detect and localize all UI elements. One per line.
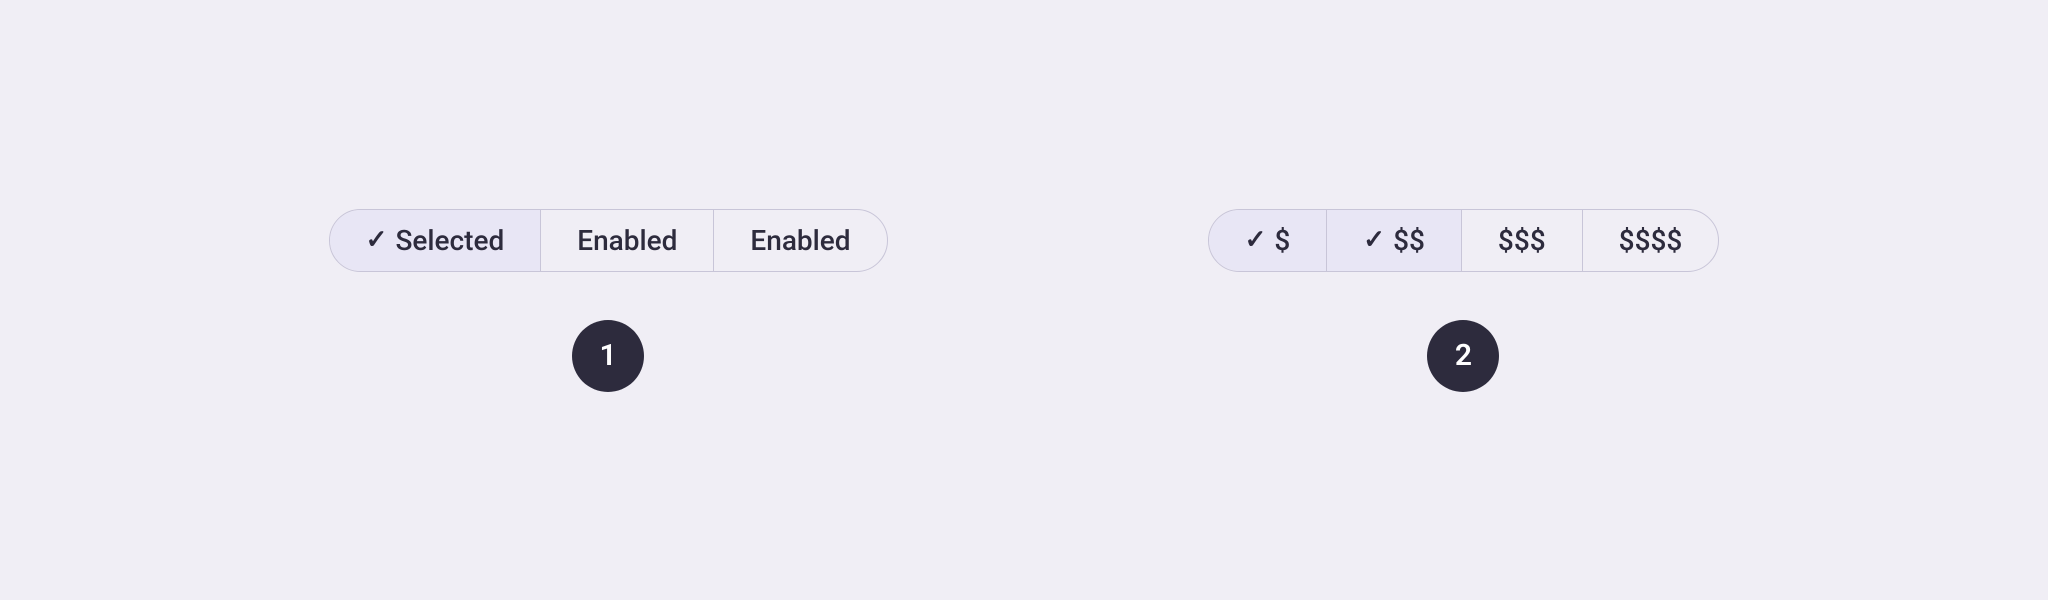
segment-enabled-1[interactable]: Enabled xyxy=(541,210,714,271)
segment-dollar-2[interactable]: ✓ $$ xyxy=(1327,210,1462,271)
segment-label: $$ xyxy=(1393,224,1425,257)
segment-enabled-2[interactable]: Enabled xyxy=(714,210,886,271)
check-icon: ✓ xyxy=(366,225,388,255)
segment-dollar-1[interactable]: ✓ $ xyxy=(1209,210,1328,271)
segment-label: Enabled xyxy=(750,224,850,257)
example-block-1: ✓ Selected Enabled Enabled 1 xyxy=(329,209,888,392)
segment-label: $ xyxy=(1274,224,1290,257)
segmented-control-2: ✓ $ ✓ $$ $$$ $$$$ xyxy=(1208,209,1720,272)
segmented-control-1: ✓ Selected Enabled Enabled xyxy=(329,209,888,272)
segment-dollar-3[interactable]: $$$ xyxy=(1462,210,1583,271)
badge-label: 2 xyxy=(1455,338,1472,373)
check-icon: ✓ xyxy=(1363,225,1385,255)
badge-1: 1 xyxy=(572,320,644,392)
segment-label: $$$ xyxy=(1498,224,1546,257)
badge-2: 2 xyxy=(1427,320,1499,392)
segment-dollar-4[interactable]: $$$$ xyxy=(1583,210,1719,271)
check-icon: ✓ xyxy=(1245,225,1267,255)
example-block-2: ✓ $ ✓ $$ $$$ $$$$ 2 xyxy=(1208,209,1720,392)
segment-label: Enabled xyxy=(577,224,677,257)
badge-label: 1 xyxy=(600,338,617,373)
segment-label: Selected xyxy=(395,224,504,257)
segment-label: $$$$ xyxy=(1619,224,1683,257)
main-container: ✓ Selected Enabled Enabled 1 ✓ $ ✓ $$ xyxy=(0,209,2048,392)
segment-selected[interactable]: ✓ Selected xyxy=(330,210,542,271)
